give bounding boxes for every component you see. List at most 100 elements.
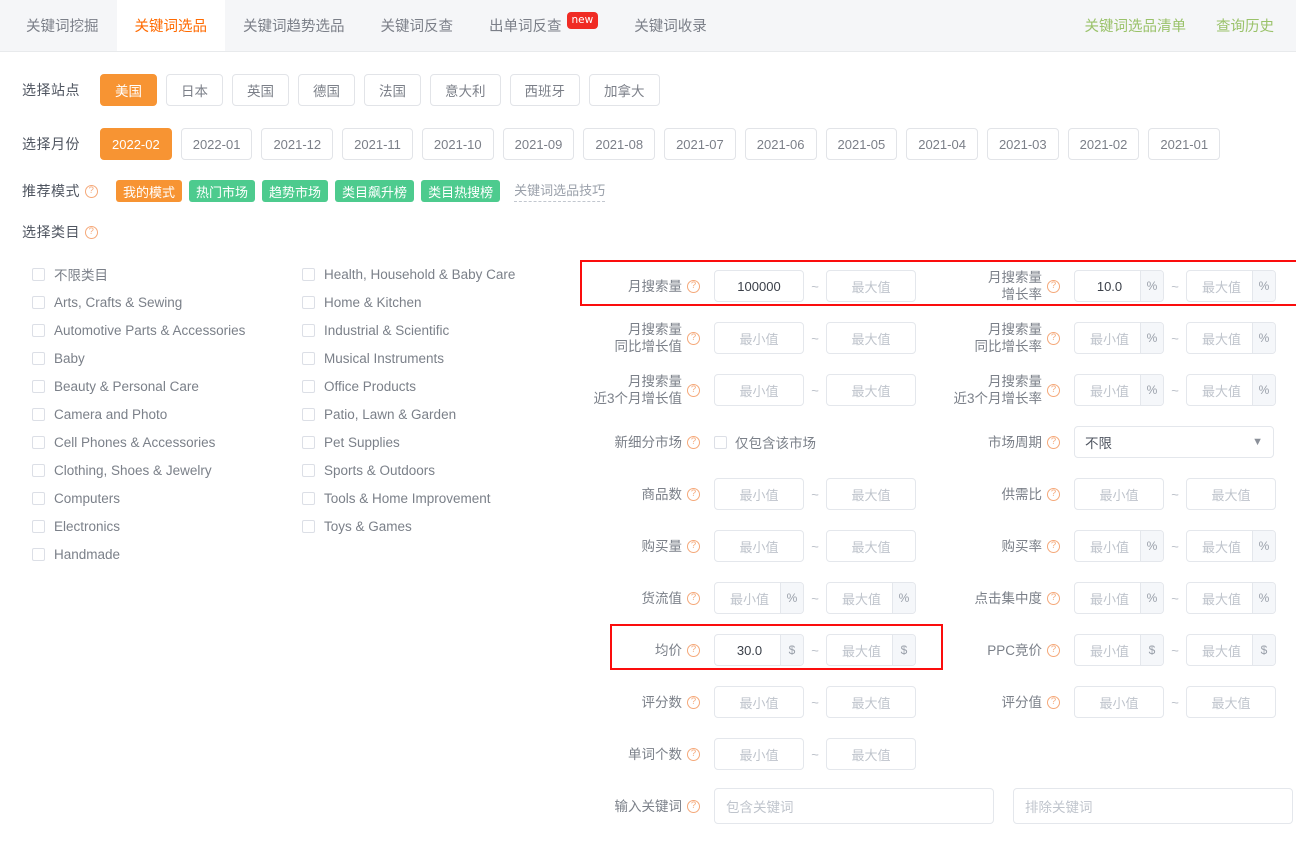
- checkbox-icon[interactable]: [32, 464, 45, 477]
- checkbox-icon[interactable]: [302, 268, 315, 281]
- help-icon[interactable]: ?: [1047, 436, 1060, 449]
- category-item-baby[interactable]: Baby: [32, 344, 302, 372]
- search-volume-min-input[interactable]: 100000: [714, 270, 804, 302]
- help-icon[interactable]: ?: [687, 592, 700, 605]
- checkbox-icon[interactable]: [302, 436, 315, 449]
- month-chip-2022-01[interactable]: 2022-01: [181, 128, 253, 160]
- checkbox-icon[interactable]: [302, 520, 315, 533]
- rating-count-max-input[interactable]: 最大值: [826, 686, 916, 718]
- month-chip-2021-05[interactable]: 2021-05: [826, 128, 898, 160]
- word-count-max-input[interactable]: 最大值: [826, 738, 916, 770]
- category-item-camera-photo[interactable]: Camera and Photo: [32, 400, 302, 428]
- category-item-office-products[interactable]: Office Products: [302, 372, 572, 400]
- search-volume-yoy-rate-max-input[interactable]: 最大值 %: [1186, 322, 1276, 354]
- flow-value-min-input[interactable]: 最小值 %: [714, 582, 804, 614]
- help-icon[interactable]: ?: [687, 540, 700, 553]
- checkbox-icon[interactable]: [32, 548, 45, 561]
- month-chip-2021-11[interactable]: 2021-11: [342, 128, 413, 160]
- include-keyword-input[interactable]: 包含关键词: [714, 788, 994, 824]
- link-query-history[interactable]: 查询历史: [1216, 15, 1274, 36]
- link-keyword-selection-list[interactable]: 关键词选品清单: [1085, 15, 1187, 36]
- help-icon[interactable]: ?: [687, 332, 700, 345]
- keyword-selection-tips-link[interactable]: 关键词选品技巧: [514, 180, 605, 202]
- purchase-rate-max-input[interactable]: 最大值 %: [1186, 530, 1276, 562]
- tab-keyword-reverse-lookup[interactable]: 关键词反查: [363, 0, 472, 51]
- rating-value-min-input[interactable]: 最小值: [1074, 686, 1164, 718]
- purchase-volume-min-input[interactable]: 最小值: [714, 530, 804, 562]
- month-chip-2021-06[interactable]: 2021-06: [745, 128, 817, 160]
- search-volume-yoy-value-max-input[interactable]: 最大值: [826, 322, 916, 354]
- help-icon[interactable]: ?: [1047, 332, 1060, 345]
- search-volume-3m-rate-min-input[interactable]: 最小值 %: [1074, 374, 1164, 406]
- rating-value-max-input[interactable]: 最大值: [1186, 686, 1276, 718]
- help-icon[interactable]: ?: [85, 185, 98, 198]
- category-item-toys-games[interactable]: Toys & Games: [302, 512, 572, 540]
- checkbox-icon[interactable]: [714, 436, 727, 449]
- help-icon[interactable]: ?: [687, 644, 700, 657]
- checkbox-icon[interactable]: [32, 436, 45, 449]
- site-chip-es[interactable]: 西班牙: [510, 74, 581, 106]
- mode-tag-my-mode[interactable]: 我的模式: [116, 180, 182, 202]
- help-icon[interactable]: ?: [687, 748, 700, 761]
- month-chip-2021-10[interactable]: 2021-10: [422, 128, 494, 160]
- checkbox-icon[interactable]: [302, 324, 315, 337]
- category-item-health-household[interactable]: Health, Household & Baby Care: [302, 260, 572, 288]
- exclude-keyword-input[interactable]: 排除关键词: [1013, 788, 1293, 824]
- help-icon[interactable]: ?: [687, 280, 700, 293]
- search-volume-3m-rate-max-input[interactable]: 最大值 %: [1186, 374, 1276, 406]
- mode-tag-hot-market[interactable]: 热门市场: [189, 180, 255, 202]
- search-volume-3m-value-min-input[interactable]: 最小值: [714, 374, 804, 406]
- mode-tag-category-rising[interactable]: 类目飙升榜: [335, 180, 414, 202]
- help-icon[interactable]: ?: [687, 436, 700, 449]
- tab-keyword-trend-selection[interactable]: 关键词趋势选品: [225, 0, 363, 51]
- checkbox-icon[interactable]: [302, 352, 315, 365]
- mode-tag-category-hot-search[interactable]: 类目热搜榜: [421, 180, 500, 202]
- site-chip-fr[interactable]: 法国: [364, 74, 421, 106]
- checkbox-icon[interactable]: [302, 296, 315, 309]
- month-chip-2022-02[interactable]: 2022-02: [100, 128, 172, 160]
- category-item-beauty-personal-care[interactable]: Beauty & Personal Care: [32, 372, 302, 400]
- product-count-min-input[interactable]: 最小值: [714, 478, 804, 510]
- tab-keyword-indexing[interactable]: 关键词收录: [616, 0, 725, 51]
- month-chip-2021-07[interactable]: 2021-07: [664, 128, 736, 160]
- market-cycle-select[interactable]: 不限 ▼: [1074, 426, 1274, 458]
- site-chip-jp[interactable]: 日本: [166, 74, 223, 106]
- help-icon[interactable]: ?: [1047, 644, 1060, 657]
- checkbox-icon[interactable]: [302, 464, 315, 477]
- supply-demand-ratio-min-input[interactable]: 最小值: [1074, 478, 1164, 510]
- tab-order-word-reverse-lookup[interactable]: 出单词反查 new: [471, 0, 616, 51]
- category-item-cell-phones[interactable]: Cell Phones & Accessories: [32, 428, 302, 456]
- purchase-volume-max-input[interactable]: 最大值: [826, 530, 916, 562]
- checkbox-icon[interactable]: [32, 380, 45, 393]
- month-chip-2021-01[interactable]: 2021-01: [1148, 128, 1220, 160]
- checkbox-icon[interactable]: [302, 380, 315, 393]
- help-icon[interactable]: ?: [687, 696, 700, 709]
- search-volume-3m-value-max-input[interactable]: 最大值: [826, 374, 916, 406]
- category-item-tools-home-improvement[interactable]: Tools & Home Improvement: [302, 484, 572, 512]
- help-icon[interactable]: ?: [1047, 280, 1060, 293]
- category-item-patio-lawn-garden[interactable]: Patio, Lawn & Garden: [302, 400, 572, 428]
- month-chip-2021-09[interactable]: 2021-09: [503, 128, 575, 160]
- supply-demand-ratio-max-input[interactable]: 最大值: [1186, 478, 1276, 510]
- flow-value-max-input[interactable]: 最大值 %: [826, 582, 916, 614]
- category-item-pet-supplies[interactable]: Pet Supplies: [302, 428, 572, 456]
- help-icon[interactable]: ?: [687, 800, 700, 813]
- category-item-musical-instruments[interactable]: Musical Instruments: [302, 344, 572, 372]
- month-chip-2021-08[interactable]: 2021-08: [583, 128, 655, 160]
- search-volume-yoy-rate-min-input[interactable]: 最小值 %: [1074, 322, 1164, 354]
- category-item-clothing-shoes-jewelry[interactable]: Clothing, Shoes & Jewelry: [32, 456, 302, 484]
- category-item-home-kitchen[interactable]: Home & Kitchen: [302, 288, 572, 316]
- checkbox-icon[interactable]: [302, 492, 315, 505]
- word-count-min-input[interactable]: 最小值: [714, 738, 804, 770]
- category-item-handmade[interactable]: Handmade: [32, 540, 302, 568]
- category-item-sports-outdoors[interactable]: Sports & Outdoors: [302, 456, 572, 484]
- average-price-min-input[interactable]: 30.0 $: [714, 634, 804, 666]
- search-volume-max-input[interactable]: 最大值: [826, 270, 916, 302]
- category-item-arts-crafts-sewing[interactable]: Arts, Crafts & Sewing: [32, 288, 302, 316]
- help-icon[interactable]: ?: [687, 488, 700, 501]
- purchase-rate-min-input[interactable]: 最小值 %: [1074, 530, 1164, 562]
- checkbox-icon[interactable]: [32, 268, 45, 281]
- checkbox-icon[interactable]: [32, 296, 45, 309]
- category-item-industrial-scientific[interactable]: Industrial & Scientific: [302, 316, 572, 344]
- help-icon[interactable]: ?: [85, 226, 98, 239]
